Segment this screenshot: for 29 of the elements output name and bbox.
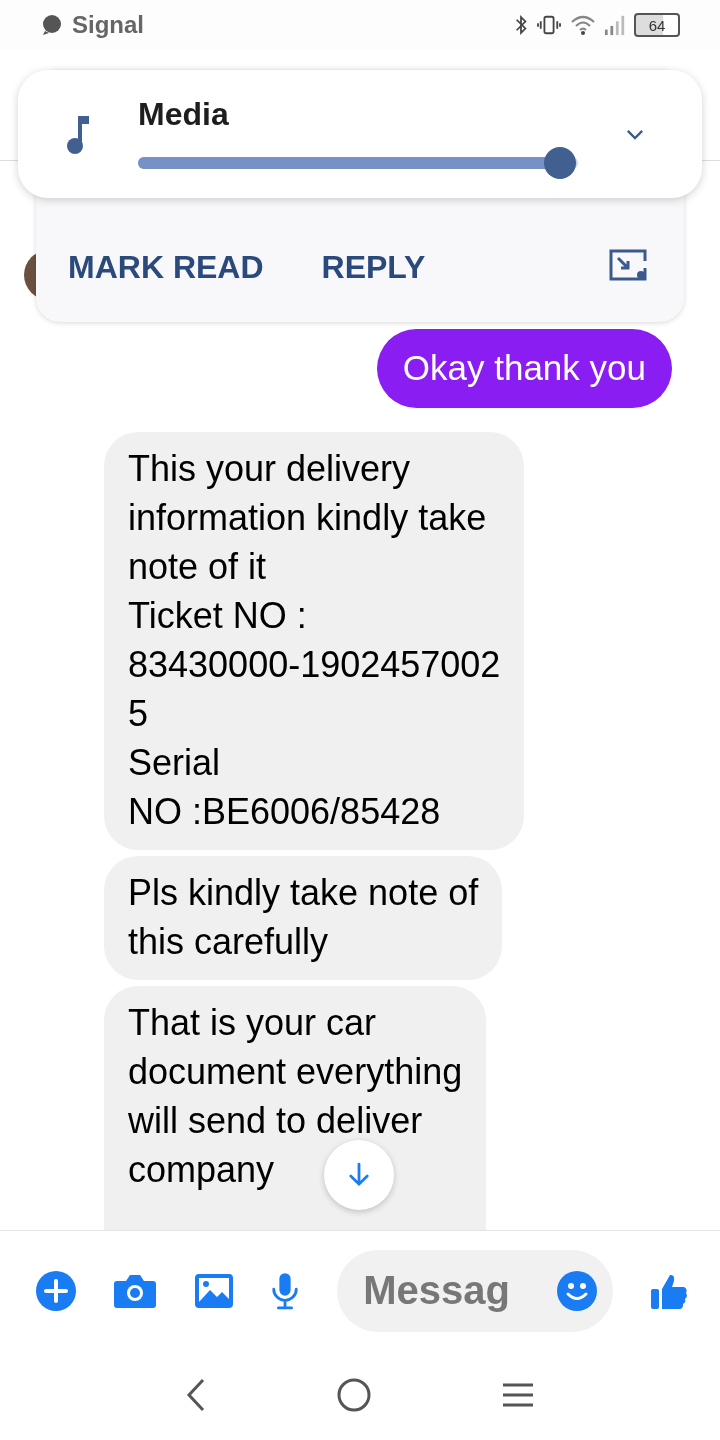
menu-icon[interactable] [502, 1382, 535, 1408]
received-message: Pls kindly take note of this carefully [104, 856, 503, 980]
microphone-icon[interactable] [270, 1270, 301, 1311]
sent-message: Okay thank you [376, 329, 672, 408]
picture-in-picture-icon[interactable] [608, 248, 648, 282]
image-icon[interactable] [193, 1272, 234, 1309]
emoji-icon[interactable] [557, 1270, 598, 1311]
app-notification-icon [40, 13, 64, 37]
vibrate-icon [536, 14, 562, 36]
notification-action[interactable]: REPLY [321, 249, 426, 286]
music-note-icon [64, 114, 90, 154]
message-field[interactable]: Messag [337, 1249, 614, 1332]
notification-action[interactable]: MARK READ [68, 249, 264, 286]
add-icon[interactable] [36, 1270, 76, 1311]
volume-title: Media [138, 95, 230, 133]
home-icon[interactable] [337, 1378, 371, 1412]
signal-icon [604, 13, 626, 37]
message-field[interactable]: Messag [361, 1267, 546, 1314]
camera-icon[interactable] [112, 1272, 157, 1309]
bluetooth-icon [514, 14, 528, 36]
battery-icon: 64 [634, 13, 680, 37]
app-name: Signal [72, 11, 144, 39]
wifi-icon [570, 14, 596, 36]
received-message: This your delivery information kindly take note of it Ticket NO : 83430000-1902457002 5 Serial NO :BE6006/85428 [104, 432, 525, 850]
volume-slider[interactable] [138, 146, 578, 179]
chevron-down-icon[interactable] [626, 128, 644, 140]
back-icon[interactable] [185, 1378, 206, 1412]
arrow-down-icon [348, 1162, 370, 1188]
received-message: That is your car document everything will send to deliver company [104, 986, 487, 1230]
